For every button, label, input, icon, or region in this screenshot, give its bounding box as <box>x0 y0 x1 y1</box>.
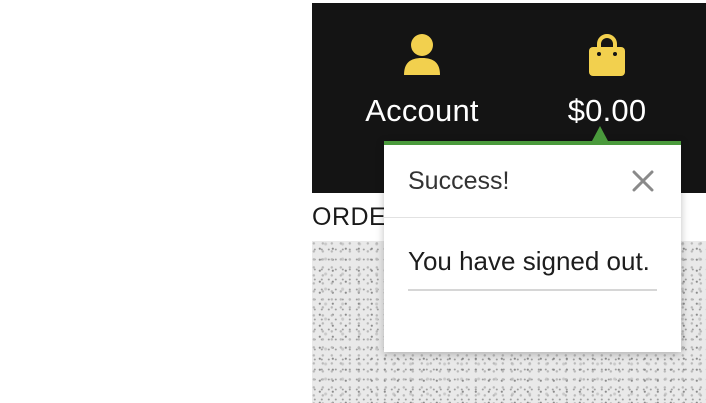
shopping-bag-icon <box>587 33 627 85</box>
nav-link-orders[interactable]: ORDE <box>312 203 392 232</box>
popover-body: You have signed out. <box>384 218 681 291</box>
page: Account $0.00 ORDE Success! You have sig… <box>0 0 706 403</box>
close-button[interactable] <box>629 167 657 195</box>
close-icon <box>632 170 654 192</box>
cart-total: $0.00 <box>567 93 647 128</box>
user-icon <box>402 33 442 85</box>
popover-header: Success! <box>384 145 681 218</box>
popover-title: Success! <box>408 166 510 195</box>
cart-link[interactable]: $0.00 <box>552 33 662 129</box>
account-link[interactable]: Account <box>362 33 482 129</box>
account-label: Account <box>365 93 479 128</box>
popover-message: You have signed out. <box>408 246 657 291</box>
popover-arrow <box>592 126 608 141</box>
success-popover: Success! You have signed out. <box>384 126 681 352</box>
